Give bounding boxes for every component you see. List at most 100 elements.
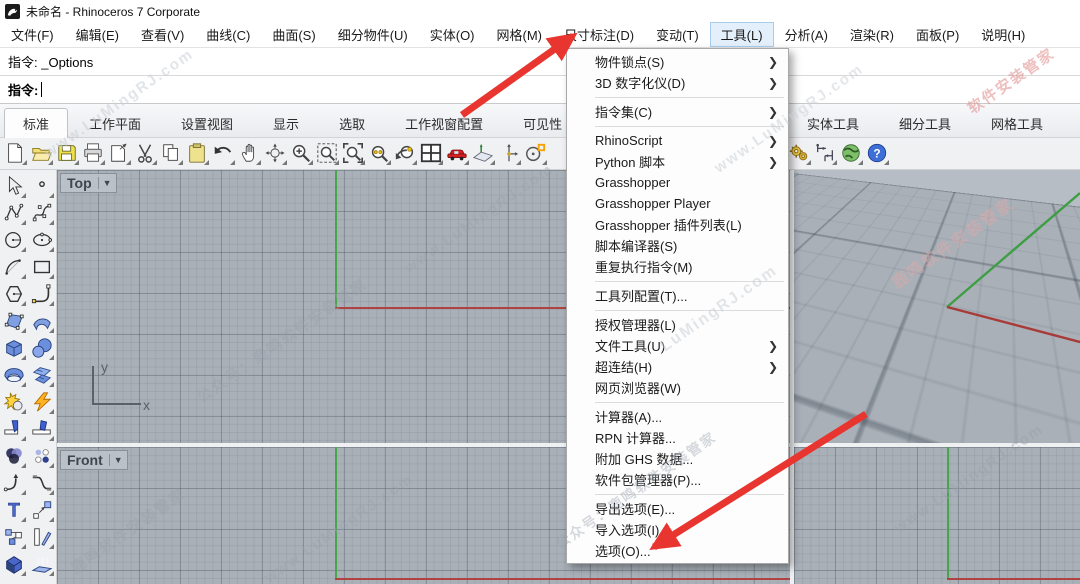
menu-item-toolbar-layout[interactable]: 工具列配置(T)... <box>567 285 788 306</box>
menu-item-commands[interactable]: 指令集(C)❯ <box>567 101 788 122</box>
mesh-array-icon[interactable] <box>29 362 55 388</box>
menubar-item-9[interactable]: 尺寸标注(D) <box>553 22 645 47</box>
menubar-item-15[interactable]: 说明(H) <box>970 22 1036 47</box>
rotate-view-icon[interactable] <box>262 140 288 166</box>
menu-item-rhinoscript[interactable]: RhinoScript❯ <box>567 130 788 151</box>
control-curve-icon[interactable] <box>29 200 55 226</box>
viewport-right[interactable] <box>794 447 1080 584</box>
polygon-icon[interactable] <box>1 281 27 307</box>
menu-item-rpn-calculator[interactable]: RPN 计算器... <box>567 427 788 448</box>
tab-实体工具[interactable]: 实体工具 <box>788 108 878 138</box>
viewport-perspective[interactable] <box>794 170 1080 443</box>
zoom-window-icon[interactable] <box>314 140 340 166</box>
tab-渲染工具[interactable]: 渲染工具 <box>1064 108 1080 138</box>
menubar-item-7[interactable]: 实体(O) <box>419 22 486 47</box>
scale-icon[interactable] <box>29 497 55 523</box>
viewport-layout-icon[interactable] <box>418 140 444 166</box>
dimension-icon[interactable] <box>812 140 838 166</box>
new-file-icon[interactable] <box>2 140 28 166</box>
menu-item-import-options[interactable]: 导入选项(I)... <box>567 519 788 540</box>
menubar-item-1[interactable]: 文件(F) <box>0 22 65 47</box>
save-icon[interactable] <box>54 140 80 166</box>
zoom-extents-icon[interactable] <box>340 140 366 166</box>
curved-surface-icon[interactable] <box>29 308 55 334</box>
menu-item-grasshopper[interactable]: Grasshopper <box>567 172 788 193</box>
tab-设置视图[interactable]: 设置视图 <box>162 108 252 138</box>
explode-lightning-icon[interactable] <box>29 389 55 415</box>
zoom-dynamic-icon[interactable] <box>288 140 314 166</box>
cut-icon[interactable] <box>132 140 158 166</box>
patch-surface-icon[interactable] <box>1 308 27 334</box>
polyline-icon[interactable] <box>1 200 27 226</box>
viewport-label-top[interactable]: Top ▼ <box>60 173 117 193</box>
menu-item-grasshopper-player[interactable]: Grasshopper Player <box>567 193 788 214</box>
menu-item-ghs-data[interactable]: 附加 GHS 数据... <box>567 448 788 469</box>
car-icon[interactable] <box>444 140 470 166</box>
print-icon[interactable] <box>80 140 106 166</box>
zoom-selected-icon[interactable] <box>366 140 392 166</box>
help-icon[interactable]: ? <box>864 140 890 166</box>
tab-显示[interactable]: 显示 <box>254 108 318 138</box>
menubar-item-13[interactable]: 渲染(R) <box>839 22 905 47</box>
circle-icon[interactable] <box>1 227 27 253</box>
rectangle-icon[interactable] <box>29 254 55 280</box>
gumball-icon[interactable] <box>496 140 522 166</box>
menubar-item-2[interactable]: 编辑(E) <box>65 22 130 47</box>
pan-icon[interactable] <box>236 140 262 166</box>
tab-网格工具[interactable]: 网格工具 <box>972 108 1062 138</box>
chevron-down-icon[interactable]: ▼ <box>98 177 116 189</box>
blocks-icon[interactable] <box>1 524 27 550</box>
text-icon[interactable]: T <box>1 497 27 523</box>
menubar-item-12[interactable]: 分析(A) <box>774 22 839 47</box>
menu-item-repeat-command[interactable]: 重复执行指令(M) <box>567 256 788 277</box>
menu-item-grasshopper-plugins[interactable]: Grasshopper 插件列表(L) <box>567 214 788 235</box>
earth-icon[interactable] <box>838 140 864 166</box>
menubar-item-5[interactable]: 曲面(S) <box>261 22 326 47</box>
trim-icon[interactable] <box>1 416 27 442</box>
menubar-item-6[interactable]: 细分物件(U) <box>327 22 419 47</box>
blend-curve-icon[interactable] <box>29 470 55 496</box>
options-gears-icon[interactable] <box>786 140 812 166</box>
menu-item-hyperlink[interactable]: 超连结(H)❯ <box>567 356 788 377</box>
torus-icon[interactable] <box>1 362 27 388</box>
tab-细分工具[interactable]: 细分工具 <box>880 108 970 138</box>
menu-item-python[interactable]: Python 脚本❯ <box>567 151 788 172</box>
menubar-item-11[interactable]: 工具(L) <box>710 22 774 47</box>
chevron-down-icon[interactable]: ▼ <box>109 454 127 466</box>
box-icon[interactable] <box>1 335 27 361</box>
tab-标准[interactable]: 标准 <box>4 108 68 139</box>
point-icon[interactable] <box>29 173 55 199</box>
menu-item-file-utilities[interactable]: 文件工具(U)❯ <box>567 335 788 356</box>
solid-box-icon[interactable] <box>1 551 27 577</box>
spheres-icon[interactable] <box>29 335 55 361</box>
menu-item-web-browser[interactable]: 网页浏览器(W) <box>567 377 788 398</box>
menubar-item-14[interactable]: 面板(P) <box>905 22 970 47</box>
menu-item-package-manager[interactable]: 软件包管理器(P)... <box>567 469 788 490</box>
ellipse-icon[interactable] <box>29 227 55 253</box>
copy-icon[interactable] <box>158 140 184 166</box>
open-file-icon[interactable] <box>28 140 54 166</box>
menubar-item-4[interactable]: 曲线(C) <box>195 22 261 47</box>
circle-center-icon[interactable] <box>522 140 548 166</box>
export-page-icon[interactable] <box>106 140 132 166</box>
fillet-curve-icon[interactable] <box>1 470 27 496</box>
tab-工作视窗配置[interactable]: 工作视窗配置 <box>386 108 502 138</box>
extrude-icon[interactable] <box>29 551 55 577</box>
menu-item-options[interactable]: 选项(O)... <box>567 540 788 561</box>
menu-item-license-manager[interactable]: 授权管理器(L) <box>567 314 788 335</box>
menu-item-export-options[interactable]: 导出选项(E)... <box>567 498 788 519</box>
menubar-item-8[interactable]: 网格(M) <box>486 22 554 47</box>
paste-icon[interactable] <box>184 140 210 166</box>
cplane-icon[interactable] <box>470 140 496 166</box>
blend-arc-icon[interactable] <box>29 281 55 307</box>
group-dots-icon[interactable] <box>29 443 55 469</box>
menu-item-osnap[interactable]: 物件锁点(S)❯ <box>567 51 788 72</box>
tab-工作平面[interactable]: 工作平面 <box>70 108 160 138</box>
viewport-label-front[interactable]: Front ▼ <box>60 450 128 470</box>
select-cursor-icon[interactable] <box>1 173 27 199</box>
tab-选取[interactable]: 选取 <box>320 108 384 138</box>
undo-view-icon[interactable] <box>392 140 418 166</box>
menu-item-calculator[interactable]: 计算器(A)... <box>567 406 788 427</box>
menubar-item-3[interactable]: 查看(V) <box>130 22 195 47</box>
undo-icon[interactable] <box>210 140 236 166</box>
